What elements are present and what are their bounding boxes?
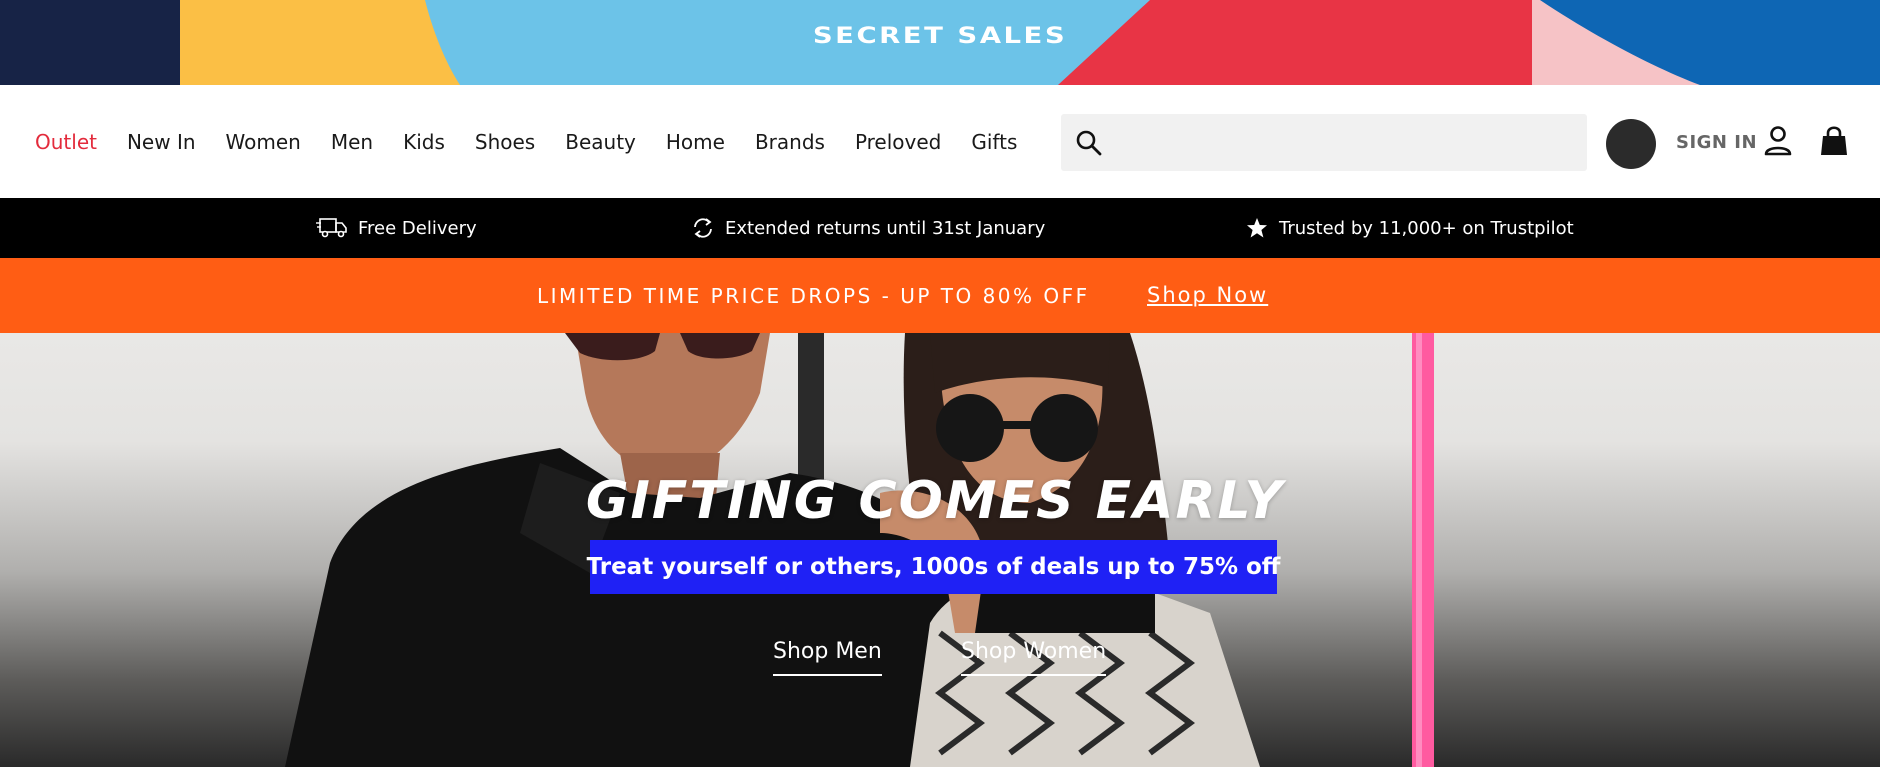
search-box[interactable]: [1061, 114, 1587, 171]
returns-text: Extended returns until 31st January: [725, 217, 1046, 239]
nav-link-kids[interactable]: Kids: [403, 130, 445, 154]
top-promo-banner[interactable]: SECRET SALES: [0, 0, 1880, 85]
returns-item: Extended returns until 31st January: [691, 198, 1045, 258]
free-delivery-item: Free Delivery: [316, 198, 477, 258]
avatar[interactable]: [1606, 119, 1656, 169]
shop-men-link[interactable]: Shop Men: [773, 639, 882, 676]
search-icon[interactable]: [1075, 129, 1103, 157]
user-icon[interactable]: [1763, 125, 1793, 157]
trustpilot-item: Trusted by 11,000+ on Trustpilot: [1245, 198, 1574, 258]
nav-link-preloved[interactable]: Preloved: [855, 130, 941, 154]
refresh-icon: [694, 218, 712, 238]
main-navigation: Outlet New In Women Men Kids Shoes Beaut…: [0, 85, 1880, 198]
trustpilot-text: Trusted by 11,000+ on Trustpilot: [1279, 217, 1574, 239]
shop-now-link[interactable]: Shop Now: [1147, 283, 1268, 307]
hero-title: GIFTING COMES EARLY: [585, 471, 1285, 531]
nav-link-gifts[interactable]: Gifts: [971, 130, 1017, 154]
search-input[interactable]: [1115, 114, 1575, 171]
nav-link-home[interactable]: Home: [666, 130, 725, 154]
nav-link-shoes[interactable]: Shoes: [475, 130, 535, 154]
hero-subtitle: Treat yourself or others, 1000s of deals…: [587, 540, 1280, 594]
nav-link-beauty[interactable]: Beauty: [565, 130, 636, 154]
nav-link-men[interactable]: Men: [331, 130, 373, 154]
nav-links: Outlet New In Women Men Kids Shoes Beaut…: [35, 85, 1047, 198]
free-delivery-text: Free Delivery: [358, 217, 477, 239]
star-icon: [1247, 218, 1267, 238]
sign-in-link[interactable]: SIGN IN: [1676, 132, 1757, 153]
hero-banner[interactable]: GIFTING COMES EARLY Treat yourself or ot…: [0, 333, 1880, 767]
shop-women-link[interactable]: Shop Women: [961, 639, 1107, 676]
nav-link-new-in[interactable]: New In: [127, 130, 196, 154]
price-drop-banner: LIMITED TIME PRICE DROPS - UP TO 80% OFF…: [0, 258, 1880, 333]
shopping-bag-icon[interactable]: [1819, 125, 1849, 157]
nav-link-brands[interactable]: Brands: [755, 130, 825, 154]
truck-icon: [316, 218, 347, 238]
brand-logo: SECRET SALES: [812, 24, 1068, 49]
promo-text: LIMITED TIME PRICE DROPS - UP TO 80% OFF: [537, 284, 1090, 308]
info-strip: Free Delivery Extended returns until 31s…: [0, 198, 1880, 258]
nav-link-outlet[interactable]: Outlet: [35, 130, 97, 154]
nav-link-women[interactable]: Women: [226, 130, 301, 154]
